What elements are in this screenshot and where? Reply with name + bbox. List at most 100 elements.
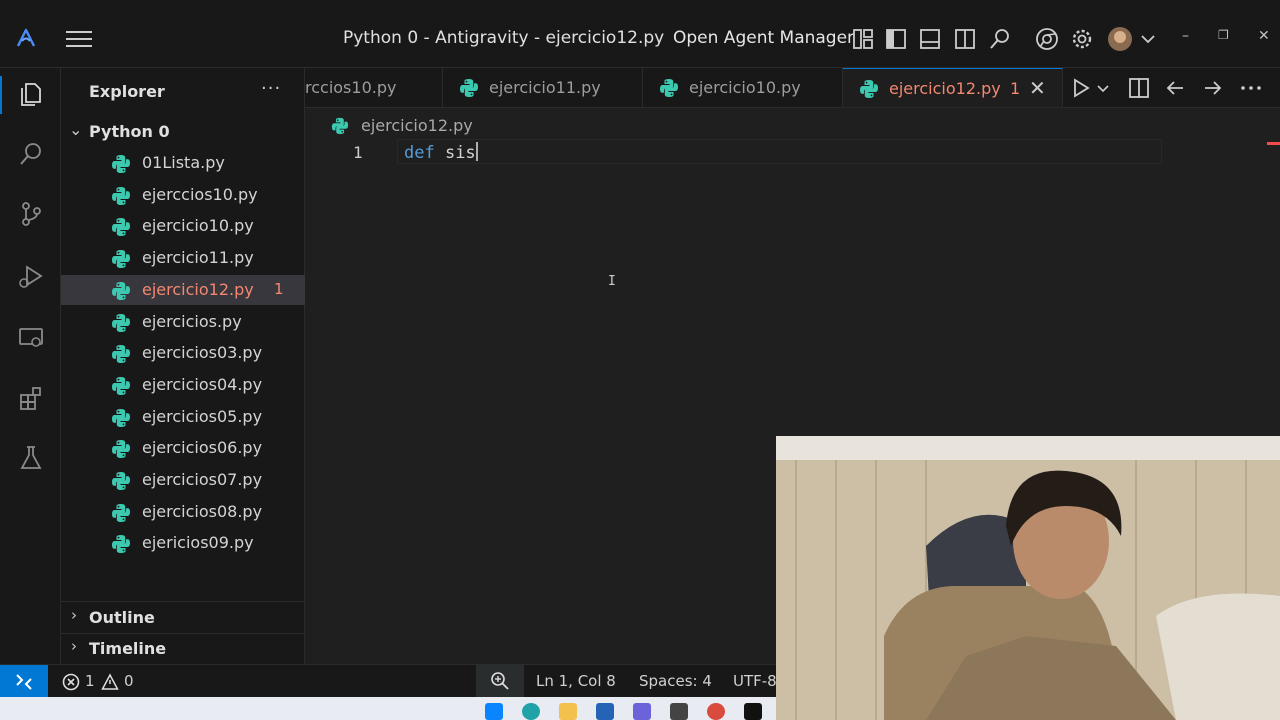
- extensions-icon[interactable]: [17, 384, 45, 412]
- restore-button[interactable]: ❐: [1218, 28, 1229, 42]
- explorer-icon[interactable]: [17, 80, 45, 108]
- tab-ejerccios10[interactable]: rccios10.py: [305, 68, 443, 107]
- activity-bar: [0, 68, 61, 664]
- run-debug-icon[interactable]: [17, 262, 45, 290]
- webcam-overlay: [776, 436, 1280, 720]
- file-name: ejercicios07.py: [142, 470, 263, 489]
- antigravity-taskbar-icon[interactable]: [744, 703, 762, 720]
- layout-icon[interactable]: [851, 27, 875, 51]
- mouse-ibeam-icon: I: [608, 274, 616, 289]
- zoom-indicator[interactable]: [476, 665, 524, 698]
- hamburger-menu-icon[interactable]: [66, 28, 92, 50]
- chrome-icon[interactable]: [707, 703, 725, 720]
- text-cursor: [475, 142, 478, 161]
- warning-count[interactable]: 0: [124, 672, 134, 690]
- file-item[interactable]: ejercicios06.py: [61, 433, 305, 463]
- file-item[interactable]: ejercicios08.py: [61, 497, 305, 527]
- problem-badge: 1: [274, 280, 284, 298]
- python-file-icon: [111, 534, 131, 554]
- teams-icon[interactable]: [633, 703, 651, 720]
- minimize-button[interactable]: –: [1182, 28, 1189, 44]
- code-keyword: def: [404, 143, 435, 163]
- tab-ejercicio11[interactable]: ejercicio11.py: [443, 68, 643, 107]
- split-editor-icon[interactable]: [1127, 76, 1151, 100]
- run-icon[interactable]: [1069, 76, 1093, 100]
- search-icon[interactable]: [988, 27, 1012, 51]
- file-item[interactable]: 01Lista.py: [61, 148, 305, 178]
- folder-python-0[interactable]: ⌄ Python 0: [61, 118, 305, 146]
- chevron-down-icon: ⌄: [69, 120, 83, 139]
- tab-ejercicio10[interactable]: ejercicio10.py: [643, 68, 843, 107]
- file-item[interactable]: ejericios09.py: [61, 528, 305, 558]
- file-item[interactable]: ejercicios07.py: [61, 465, 305, 495]
- file-name: ejercicios.py: [142, 312, 242, 331]
- store-icon[interactable]: [596, 703, 614, 720]
- sidebar-toggle-icon[interactable]: [884, 27, 908, 51]
- encoding[interactable]: UTF-8: [733, 672, 777, 690]
- file-item[interactable]: ejercicios03.py: [61, 338, 305, 368]
- breadcrumb-file[interactable]: ejercicio12.py: [361, 116, 473, 135]
- python-file-icon: [111, 408, 131, 428]
- python-file-icon: [111, 281, 131, 301]
- remote-indicator[interactable]: [0, 665, 48, 698]
- section-outline[interactable]: › Outline: [61, 603, 305, 633]
- python-file-icon: [111, 439, 131, 459]
- tab-label: ejercicio10.py: [689, 78, 801, 97]
- file-name: ejercicios08.py: [142, 502, 263, 521]
- gear-icon[interactable]: [1070, 27, 1094, 51]
- search-icon[interactable]: [17, 140, 45, 168]
- start-icon[interactable]: [485, 703, 503, 720]
- file-explorer-icon[interactable]: [559, 703, 577, 720]
- chrome-icon[interactable]: [1035, 27, 1059, 51]
- more-actions-button[interactable]: ···: [261, 78, 281, 99]
- cursor-position[interactable]: Ln 1, Col 8: [536, 672, 616, 690]
- window-title: Python 0 - Antigravity - ejercicio12.py: [343, 28, 665, 48]
- app-icon[interactable]: [670, 703, 688, 720]
- file-name: 01Lista.py: [142, 153, 225, 172]
- remote-explorer-icon[interactable]: [17, 324, 45, 352]
- file-item[interactable]: ejercicios04.py: [61, 370, 305, 400]
- file-name: ejericios09.py: [142, 533, 254, 552]
- file-name: ejercicios05.py: [142, 407, 263, 426]
- file-name: ejercicio12.py: [142, 280, 254, 299]
- arrow-left-icon[interactable]: [1163, 76, 1187, 100]
- testing-icon[interactable]: [17, 444, 45, 472]
- file-item[interactable]: ejercicios05.py: [61, 402, 305, 432]
- section-divider: [61, 601, 305, 602]
- indentation[interactable]: Spaces: 4: [639, 672, 712, 690]
- arrow-right-icon[interactable]: [1201, 76, 1225, 100]
- chevron-down-icon[interactable]: [1136, 27, 1160, 51]
- file-name: ejercicio11.py: [142, 248, 254, 267]
- edge-icon[interactable]: [522, 703, 540, 720]
- chevron-down-icon[interactable]: [1095, 76, 1111, 100]
- error-overview-marker: [1267, 142, 1280, 145]
- source-control-icon[interactable]: [17, 200, 45, 228]
- open-agent-manager-button[interactable]: Open Agent Manager: [673, 28, 854, 48]
- more-actions-icon[interactable]: [1239, 76, 1263, 100]
- secondary-sidebar-icon[interactable]: [953, 27, 977, 51]
- section-label: Timeline: [89, 639, 167, 658]
- warning-icon[interactable]: [101, 673, 119, 691]
- close-icon[interactable]: ✕: [1029, 76, 1046, 100]
- close-button[interactable]: ✕: [1258, 28, 1270, 44]
- panel-toggle-icon[interactable]: [918, 27, 942, 51]
- file-item[interactable]: ejerccios10.py: [61, 180, 305, 210]
- tab-problem-badge: 1: [1010, 79, 1021, 98]
- error-icon[interactable]: [62, 673, 80, 691]
- python-file-icon: [111, 217, 131, 237]
- file-item[interactable]: ejercicio11.py: [61, 243, 305, 273]
- tab-label: rccios10.py: [305, 78, 397, 97]
- tab-ejercicio12[interactable]: ejercicio12.py 1 ✕: [843, 68, 1063, 107]
- file-item[interactable]: ejercicios.py: [61, 307, 305, 337]
- python-file-icon: [111, 154, 131, 174]
- avatar[interactable]: [1108, 27, 1132, 51]
- section-timeline[interactable]: › Timeline: [61, 634, 305, 664]
- antigravity-logo-icon[interactable]: [14, 26, 38, 50]
- code-line[interactable]: def sis: [404, 142, 478, 163]
- section-label: Outline: [89, 608, 155, 627]
- file-item[interactable]: ejercicio12.py 1: [61, 275, 305, 305]
- file-item[interactable]: ejercicio10.py: [61, 211, 305, 241]
- error-count[interactable]: 1: [85, 672, 95, 690]
- file-name: ejerccios10.py: [142, 185, 258, 204]
- line-number: 1: [353, 143, 363, 162]
